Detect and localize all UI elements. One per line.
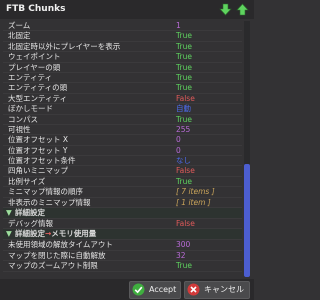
setting-value[interactable]: True — [176, 261, 192, 270]
setting-label: ミニマップ情報の順序 — [8, 187, 83, 197]
setting-value[interactable]: False — [176, 166, 195, 175]
setting-value[interactable]: True — [176, 42, 192, 51]
setting-row[interactable]: 未使用領域の解放タイムアウト 300 — [3, 240, 242, 251]
settings-list: ズーム 1 北固定 True 北固定時以外にプレイヤーを表示 True ウェイポイント Tru… — [3, 21, 242, 279]
setting-row[interactable]: エンティティ True — [3, 72, 242, 84]
setting-value[interactable]: 32 — [176, 251, 186, 260]
setting-row[interactable]: 北固定 True — [3, 31, 242, 42]
arrow-down-icon[interactable] — [219, 3, 232, 16]
setting-row[interactable]: 比例サイズ True — [3, 176, 242, 188]
footer-bar: Accept キャンセル — [0, 279, 254, 300]
setting-row[interactable]: コンパス True — [3, 115, 242, 125]
setting-value[interactable]: False — [176, 219, 195, 228]
section-advanced[interactable]: ▼ 詳細設定 — [3, 208, 242, 220]
setting-label: 四角いミニマップ — [8, 166, 68, 176]
cancel-button[interactable]: キャンセル — [184, 281, 250, 299]
setting-label: 位置オフセット条件 — [8, 156, 76, 166]
setting-label: 大型エンティティ — [8, 93, 68, 103]
setting-value[interactable]: [ 1 item ] — [176, 198, 211, 207]
setting-value[interactable]: 0 — [176, 146, 181, 155]
setting-value[interactable]: 300 — [176, 240, 190, 249]
setting-row[interactable]: マップのズームアウト制限 True — [3, 261, 242, 272]
arrow-up-icon[interactable] — [236, 3, 249, 16]
setting-row[interactable]: ウェイポイント True — [3, 52, 242, 63]
setting-label: エンティティの頭 — [8, 83, 68, 93]
setting-label: 北固定 — [8, 31, 31, 41]
setting-row[interactable]: 北固定時以外にプレイヤーを表示 True — [3, 41, 242, 53]
setting-label: プレイヤーの頭 — [8, 62, 61, 72]
setting-value[interactable]: False — [176, 94, 195, 103]
setting-row[interactable]: 位置オフセット条件 なし — [3, 156, 242, 167]
setting-label: ぼかしモード — [8, 104, 53, 114]
setting-value[interactable]: True — [176, 31, 192, 40]
setting-value[interactable]: 255 — [176, 125, 190, 134]
setting-label: 北固定時以外にプレイヤーを表示 — [8, 41, 121, 51]
setting-row[interactable]: 四角いミニマップ False — [3, 166, 242, 177]
setting-row[interactable]: 位置オフセット Y 0 — [3, 145, 242, 157]
setting-label: エンティティ — [8, 72, 53, 82]
setting-row[interactable]: 非表示のミニマップ情報 [ 1 item ] — [3, 197, 242, 209]
setting-value[interactable]: True — [176, 52, 192, 61]
accept-button[interactable]: Accept — [129, 281, 181, 299]
setting-label: 未使用領域の解放タイムアウト — [8, 240, 113, 250]
section-memory[interactable]: ▼ 詳細設定→メモリ使用量 — [3, 229, 242, 241]
setting-label: ウェイポイント — [8, 52, 61, 62]
scrollbar-thumb[interactable] — [244, 164, 250, 277]
expand-triangle-icon: ▼ — [6, 208, 12, 218]
setting-label: 非表示のミニマップ情報 — [8, 197, 91, 207]
setting-row[interactable]: プレイヤーの頭 True — [3, 63, 242, 73]
setting-row[interactable]: エンティティの頭 True — [3, 83, 242, 94]
setting-value[interactable]: 0 — [176, 135, 181, 144]
setting-row[interactable]: 大型エンティティ False — [3, 93, 242, 105]
setting-label: 位置オフセット Y — [8, 145, 68, 155]
section-advanced-label: 詳細設定 — [15, 208, 45, 218]
setting-value[interactable]: [ 7 items ] — [176, 187, 215, 196]
setting-label: 比例サイズ — [8, 176, 46, 186]
setting-row[interactable]: 位置オフセット X 0 — [3, 135, 242, 146]
setting-label: マップのズームアウト制限 — [8, 261, 98, 271]
setting-label: マップを閉じた際に自動解放 — [8, 250, 106, 260]
setting-label: コンパス — [8, 114, 38, 124]
setting-row[interactable]: ミニマップ情報の順序 [ 7 items ] — [3, 187, 242, 198]
setting-label: 位置オフセット X — [8, 135, 69, 145]
setting-value[interactable]: 1 — [176, 21, 181, 30]
window-title: FTB Chunks — [6, 4, 66, 14]
setting-row[interactable]: ズーム 1 — [3, 21, 242, 32]
checkmark-icon — [132, 283, 145, 296]
setting-row[interactable]: ぼかしモード 自動 — [3, 104, 242, 115]
setting-value[interactable]: なし — [176, 156, 191, 165]
title-bar: FTB Chunks — [0, 0, 254, 19]
scrollbar[interactable] — [244, 21, 250, 277]
setting-label: 可視性 — [8, 124, 31, 134]
accept-label: Accept — [149, 285, 177, 294]
setting-label: ズーム — [8, 21, 31, 30]
setting-value[interactable]: True — [176, 63, 192, 72]
setting-row[interactable]: 可視性 255 — [3, 124, 242, 136]
setting-row[interactable]: マップを閉じた際に自動解放 32 — [3, 250, 242, 262]
setting-value[interactable]: 自動 — [176, 104, 191, 113]
setting-row[interactable]: デバッグ情報 False — [3, 219, 242, 230]
setting-value[interactable]: True — [176, 177, 192, 186]
close-icon — [187, 283, 200, 296]
setting-value[interactable]: True — [176, 83, 192, 92]
section-memory-label: 詳細設定→メモリ使用量 — [15, 229, 97, 239]
expand-triangle-icon: ▼ — [6, 229, 12, 239]
setting-value[interactable]: True — [176, 73, 192, 82]
cancel-label: キャンセル — [204, 285, 244, 294]
setting-value[interactable]: True — [176, 115, 192, 124]
setting-label: デバッグ情報 — [8, 219, 53, 229]
